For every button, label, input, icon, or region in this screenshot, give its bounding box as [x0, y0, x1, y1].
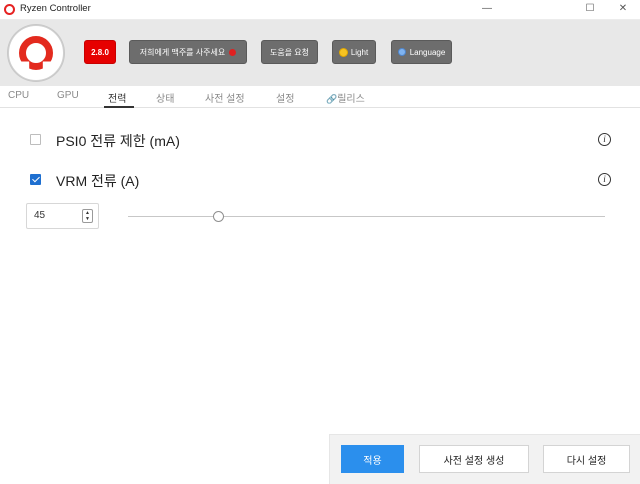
- create-preset-button[interactable]: 사전 설정 생성: [419, 445, 529, 473]
- tab-gpu[interactable]: GPU: [57, 90, 79, 101]
- sun-icon: [339, 48, 347, 56]
- help-label: 도움을 요청: [269, 47, 310, 57]
- language-label: Language: [409, 47, 446, 57]
- tab-status[interactable]: 상태: [156, 90, 174, 105]
- psi0-current-label: PSI0 전류 제한 (mA): [56, 133, 180, 149]
- logo-ring-icon: [19, 36, 53, 70]
- version-label: 2.8.0: [91, 47, 109, 57]
- tab-cpu[interactable]: CPU: [8, 90, 29, 101]
- info-icon[interactable]: i: [598, 173, 611, 186]
- window-title: Ryzen Controller: [20, 3, 91, 14]
- close-button[interactable]: ✕: [606, 0, 640, 20]
- reset-button[interactable]: 다시 설정: [543, 445, 630, 473]
- stepper-down-icon[interactable]: ▼: [85, 216, 90, 222]
- app-header: 2.8.0 저희에게 맥주를 사주세요 도움을 요청 Light Languag…: [0, 20, 640, 86]
- vrm-current-slider-thumb[interactable]: [213, 211, 225, 222]
- tab-power[interactable]: 전력: [108, 90, 126, 105]
- help-button[interactable]: 도움을 요청: [261, 40, 318, 64]
- info-icon[interactable]: i: [598, 133, 611, 146]
- tab-bar: CPU GPU 전력 상태 사전 설정 설정 🔗릴리스: [0, 86, 640, 108]
- tab-settings[interactable]: 설정: [276, 90, 294, 105]
- buy-beer-label: 저희에게 맥주를 사주세요: [139, 47, 226, 57]
- heart-icon: [229, 48, 237, 56]
- vrm-current-checkbox[interactable]: [30, 174, 41, 185]
- vrm-current-stepper[interactable]: 45 ▲ ▼: [26, 203, 99, 229]
- psi0-current-row: PSI0 전류 제한 (mA) i: [0, 128, 640, 152]
- link-icon: 🔗: [326, 94, 338, 104]
- vrm-current-label: VRM 전류 (A): [56, 173, 140, 189]
- theme-toggle-button[interactable]: Light: [332, 40, 376, 64]
- globe-icon: [397, 48, 406, 56]
- ryzen-controller-logo: [8, 25, 64, 81]
- language-button[interactable]: Language: [391, 40, 452, 64]
- tab-releases-label: 릴리스: [337, 94, 365, 105]
- psi0-current-checkbox[interactable]: [30, 134, 41, 145]
- tab-presets[interactable]: 사전 설정: [205, 90, 245, 105]
- vrm-current-value: 45: [34, 210, 46, 221]
- buy-beer-button[interactable]: 저희에게 맥주를 사주세요: [129, 40, 247, 64]
- stepper-arrows[interactable]: ▲ ▼: [82, 209, 93, 223]
- vrm-current-slider-track[interactable]: [128, 216, 605, 217]
- title-bar: Ryzen Controller — ☐ ✕: [0, 0, 640, 20]
- tab-releases[interactable]: 🔗릴리스: [326, 90, 365, 105]
- vrm-current-row: VRM 전류 (A) i: [0, 168, 640, 192]
- version-button[interactable]: 2.8.0: [84, 40, 116, 64]
- app-logo-icon: [4, 4, 15, 15]
- minimize-button[interactable]: —: [464, 0, 510, 20]
- active-tab-indicator: [104, 106, 134, 108]
- apply-button[interactable]: 적용: [341, 445, 404, 473]
- theme-label: Light: [350, 47, 369, 57]
